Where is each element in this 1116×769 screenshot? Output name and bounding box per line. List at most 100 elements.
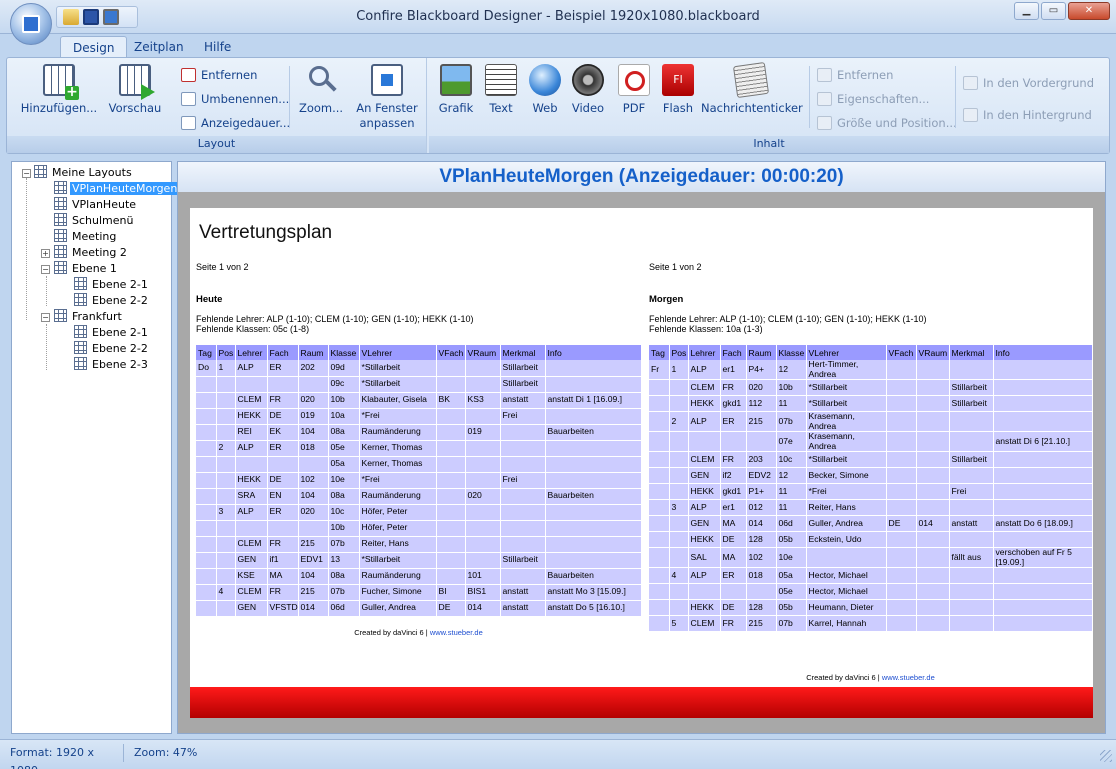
layout-grid-icon — [74, 277, 87, 290]
web-button[interactable]: Web — [525, 64, 565, 116]
window-title: Confire Blackboard Designer - Beispiel 1… — [356, 9, 760, 24]
tree-item-ebene-2-1[interactable]: Ebene 2-1 — [74, 277, 150, 293]
send-to-back-button[interactable]: In den Hintergrund — [963, 105, 1092, 125]
add-layout-button[interactable]: + Hinzufügen... — [19, 64, 99, 116]
tree-item-meeting[interactable]: Meeting — [54, 229, 118, 245]
properties-button[interactable]: Eigenschaften... — [817, 89, 929, 109]
table-row: 05e Hector, Michael — [649, 583, 1093, 600]
table-cell — [993, 583, 1093, 600]
layout-grid-icon — [74, 341, 87, 354]
table-cell — [916, 615, 950, 632]
video-button[interactable]: Video — [567, 64, 609, 116]
tree-item-meeting-2[interactable]: Meeting 2 — [54, 245, 129, 261]
column-header: Merkmal — [949, 345, 994, 360]
table-cell: MA — [720, 515, 747, 532]
table-cell: BI — [436, 584, 466, 601]
minimize-button[interactable]: ▁ — [1014, 2, 1039, 20]
fit-window-icon — [371, 64, 403, 96]
stueber-link[interactable]: www.stueber.de — [882, 673, 935, 682]
table-row: CLEM FR 215 07b Reiter, Hans — [196, 536, 642, 553]
table-cell: Stillarbeit — [500, 552, 546, 569]
table-cell — [886, 395, 917, 412]
table-cell — [720, 431, 747, 452]
table-cell: 11 — [776, 499, 807, 516]
table-row: HEKK DE 128 05b Eckstein, Udo — [649, 531, 1093, 548]
table-cell: Bauarbeiten — [545, 424, 642, 441]
table-cell: 08a — [328, 568, 360, 585]
table-cell — [465, 504, 501, 521]
table-row: GEN MA 014 06d Guller, Andrea DE 014 anstatt ans… — [649, 515, 1093, 532]
preview-button[interactable]: Vorschau — [105, 64, 165, 116]
fit-to-window-button[interactable]: An Fenster anpassen — [353, 64, 421, 131]
expand-toggle[interactable]: + — [41, 249, 50, 258]
table-cell — [465, 520, 501, 537]
table-cell: Frei — [500, 408, 546, 425]
application-menu-button[interactable] — [10, 3, 52, 45]
tab-hilfe[interactable]: Hilfe — [192, 36, 243, 59]
graphic-button[interactable]: Grafik — [435, 64, 477, 116]
collapse-toggle[interactable]: − — [22, 169, 31, 178]
remove-content-button[interactable]: Entfernen — [817, 65, 893, 85]
table-cell: 05e — [776, 583, 807, 600]
title-bar: Confire Blackboard Designer - Beispiel 1… — [0, 0, 1116, 34]
zoom-button[interactable]: Zoom... — [293, 64, 349, 116]
tree-line — [46, 276, 47, 306]
pdf-button[interactable]: PDF — [613, 64, 655, 116]
tree-item-frankfurt-ebene-2-3[interactable]: Ebene 2-3 — [74, 357, 150, 373]
bring-to-front-button[interactable]: In den Vordergrund — [963, 73, 1094, 93]
tree-root[interactable]: Meine Layouts — [34, 165, 134, 181]
flash-button[interactable]: Fl Flash — [657, 64, 699, 116]
table-cell — [949, 360, 994, 380]
pdf-icon — [618, 64, 650, 96]
close-button[interactable]: ✕ — [1068, 2, 1110, 20]
table-cell: CLEM — [688, 615, 721, 632]
table-cell: Becker, Simone — [806, 467, 887, 484]
status-zoom: Zoom: 47% — [134, 746, 198, 759]
collapse-toggle[interactable]: − — [41, 313, 50, 322]
text-button[interactable]: Text — [481, 64, 521, 116]
column-header: Fach — [267, 345, 299, 360]
table-cell: CLEM — [235, 536, 268, 553]
resize-grip[interactable] — [1100, 750, 1112, 762]
size-position-button[interactable]: Größe und Position... — [817, 113, 957, 133]
table-header-row: Tag Pos Lehrer Fach Raum Klasse VLehrer VFach VR… — [196, 345, 642, 360]
tree-item-schulmenue[interactable]: Schulmenü — [54, 213, 135, 229]
table-cell — [916, 395, 950, 412]
table-row: REI EK 104 08a Raumänderung 019 Bauarbeiten — [196, 424, 642, 441]
column-header: VRaum — [465, 345, 501, 360]
table-cell — [993, 411, 1093, 432]
table-cell: 10c — [328, 504, 360, 521]
table-cell — [669, 431, 689, 452]
table-cell: ER — [267, 504, 299, 521]
tree-item-frankfurt-ebene-2-2[interactable]: Ebene 2-2 — [74, 341, 150, 357]
table-cell — [886, 499, 917, 516]
tree-item-vplanheute[interactable]: VPlanHeute — [54, 197, 138, 213]
table-cell — [500, 488, 546, 505]
tree-item-ebene-1[interactable]: Ebene 1 — [54, 261, 119, 277]
layout-canvas[interactable]: Vertretungsplan Seite 1 von 2 Heute Fehl… — [190, 208, 1093, 718]
table-cell — [886, 379, 917, 396]
rename-layout-button[interactable]: Umbenennen... — [181, 89, 289, 109]
table-cell — [216, 520, 236, 537]
remove-layout-button[interactable]: Entfernen — [181, 65, 257, 85]
stueber-link[interactable]: www.stueber.de — [430, 628, 483, 637]
table-cell: DE — [267, 472, 299, 489]
news-ticker-button[interactable]: Nachrichtenticker — [701, 61, 803, 116]
table-cell — [669, 451, 689, 468]
tab-design[interactable]: Design — [60, 36, 128, 59]
table-cell — [216, 456, 236, 473]
maximize-button[interactable]: ▭ — [1041, 2, 1066, 20]
column-header: Pos — [216, 345, 236, 360]
tree-item-frankfurt[interactable]: Frankfurt — [54, 309, 124, 325]
tree-item-ebene-2-2[interactable]: Ebene 2-2 — [74, 293, 150, 309]
display-duration-button[interactable]: Anzeigedauer... — [181, 113, 290, 133]
tab-zeitplan[interactable]: Zeitplan — [122, 36, 196, 59]
ticker-bar[interactable] — [190, 687, 1093, 718]
newspaper-icon — [732, 61, 770, 99]
collapse-toggle[interactable]: − — [41, 265, 50, 274]
table-cell: Raumänderung — [359, 568, 437, 585]
tree-item-vplanheutemorgen[interactable]: VPlanHeuteMorgen — [54, 181, 180, 197]
table-cell — [993, 615, 1093, 632]
tree-item-frankfurt-ebene-2-1[interactable]: Ebene 2-1 — [74, 325, 150, 341]
layout-grid-icon — [54, 245, 67, 258]
